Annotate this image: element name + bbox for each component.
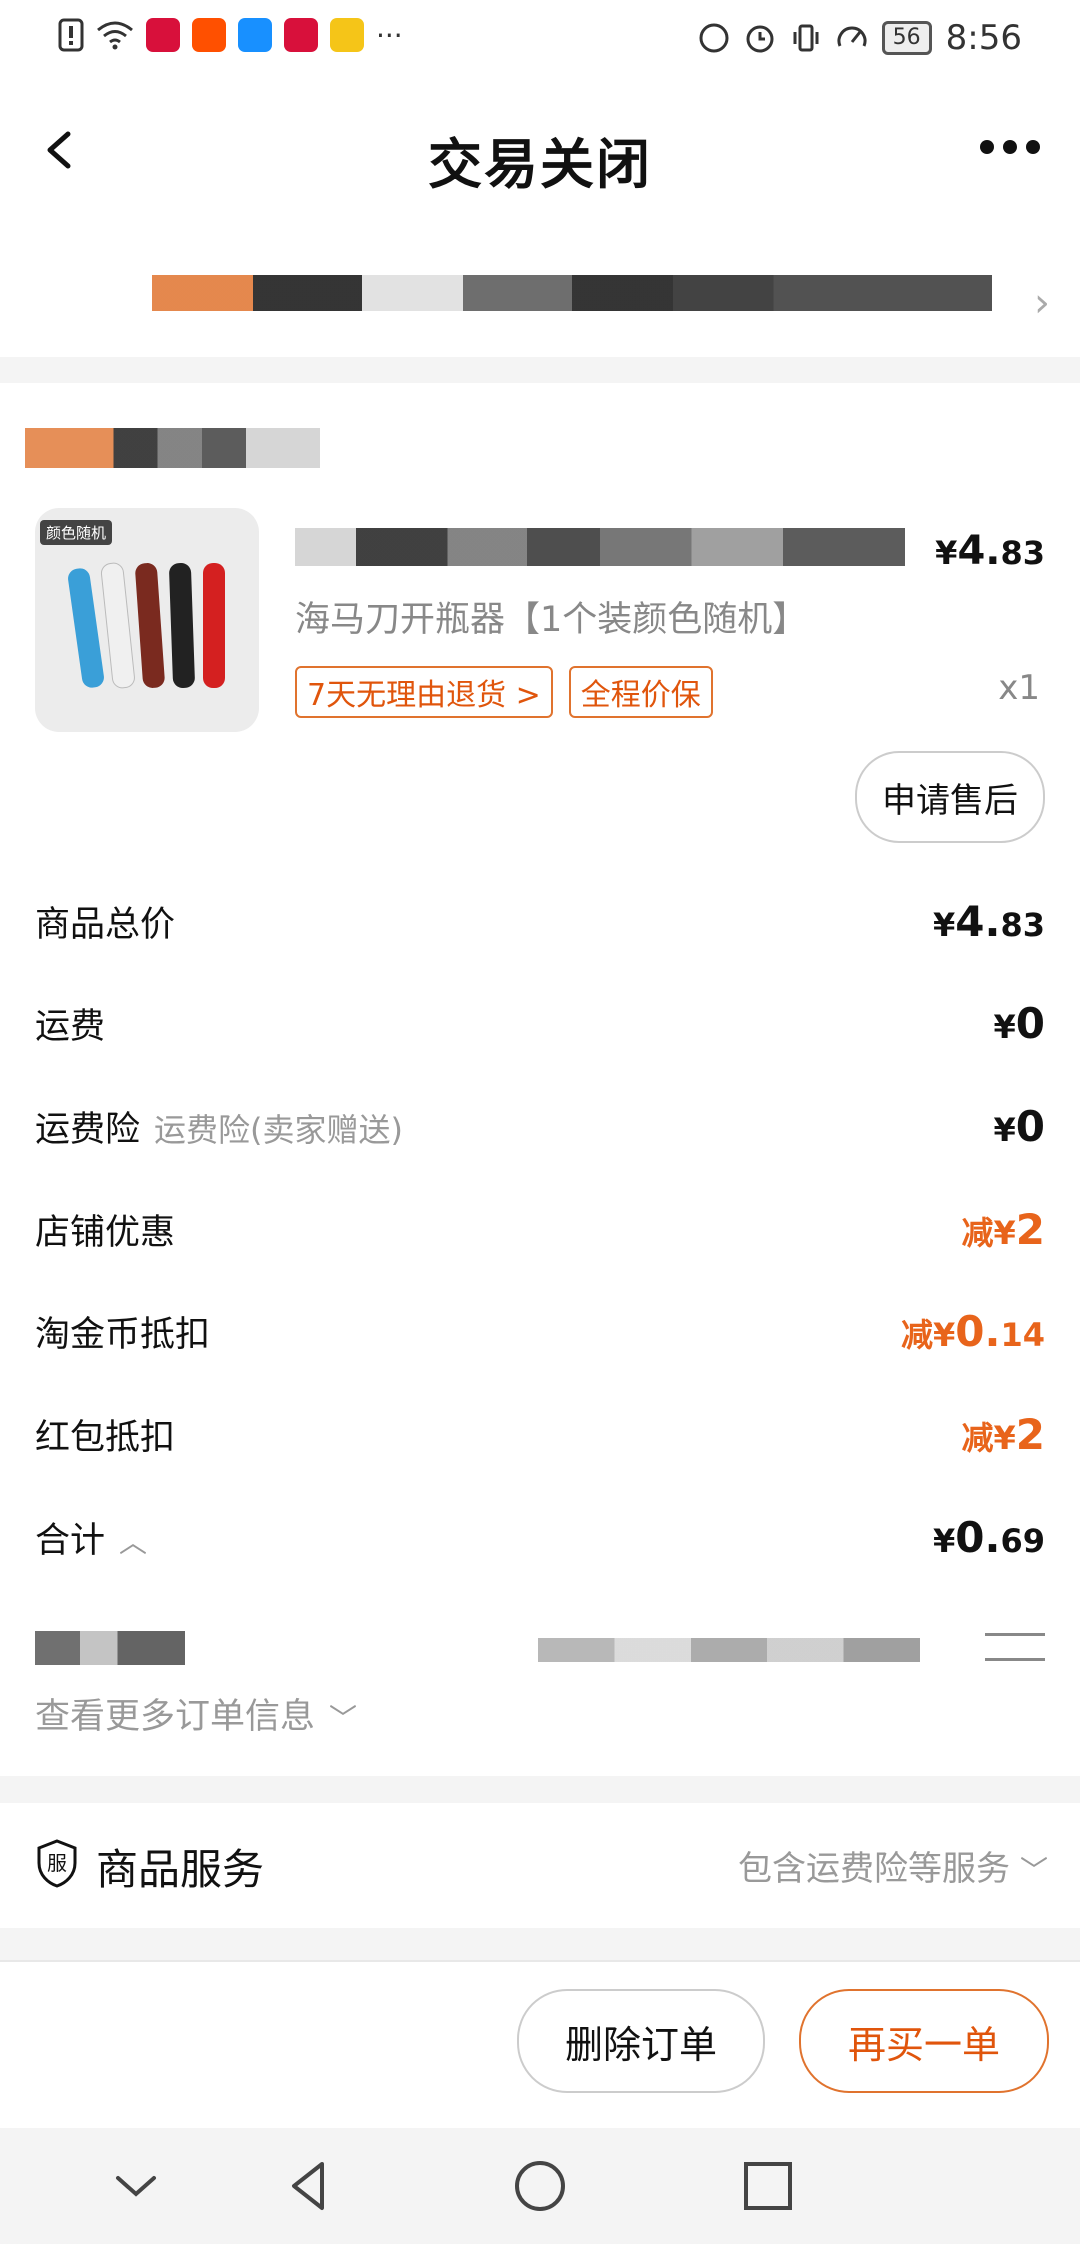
app-icon: [238, 18, 272, 52]
status-right: 56 8:56: [698, 18, 1022, 58]
order-card: 颜色随机 ¥4.83 海马刀开瓶器【1个装颜色随机】 7天无理由退货 > 全程价…: [0, 383, 1080, 1776]
vibrate-icon: [793, 24, 819, 52]
chevron-down-icon: ﹀: [1019, 1854, 1048, 1887]
clock: 8:56: [945, 18, 1022, 58]
product-image[interactable]: 颜色随机: [35, 508, 259, 732]
wallet-icon: [330, 18, 364, 52]
status-left: ···: [58, 18, 403, 52]
back-triangle-icon[interactable]: [282, 2158, 338, 2214]
chevron-down-icon[interactable]: [108, 2158, 164, 2214]
warning-icon: [58, 18, 84, 52]
product-service-row[interactable]: 服 商品服务 包含运费险等服务 ﹀: [0, 1803, 1080, 1928]
svg-text:服: 服: [47, 1851, 67, 1875]
redacted-order-number: [35, 1631, 185, 1665]
redacted-info: [152, 275, 992, 311]
bottom-action-bar: 删除订单 再买一单: [0, 1960, 1080, 2130]
product-tags: 7天无理由退货 > 全程价保: [295, 666, 713, 718]
summary-row-total[interactable]: 合计 ︿ ¥0.69: [35, 1507, 1045, 1567]
product-price: ¥4.83: [935, 528, 1045, 574]
chevron-right-icon: ›: [1034, 280, 1050, 326]
red-packet-amount: 减¥2: [961, 1409, 1045, 1459]
taobao-icon: [192, 18, 226, 52]
delete-order-button[interactable]: 删除订单: [517, 1989, 765, 2093]
recents-square-icon[interactable]: [740, 2158, 796, 2214]
tmall-icon: [284, 18, 318, 52]
shield-icon: 服: [37, 1839, 77, 1888]
summary-row-red-packet: 红包抵扣 减¥2: [35, 1409, 1045, 1459]
alarm-icon: [746, 25, 774, 53]
shop-discount-amount: 减¥2: [961, 1204, 1045, 1254]
speed-icon: [837, 26, 867, 47]
system-nav-bar: [0, 2128, 1080, 2244]
product-name[interactable]: 海马刀开瓶器【1个装颜色随机】: [295, 591, 807, 642]
image-tag: 颜色随机: [40, 520, 113, 545]
page-title: 交易关闭: [428, 133, 652, 196]
after-sales-button[interactable]: 申请售后: [855, 751, 1045, 843]
chevron-down-icon: ﹀: [329, 1702, 358, 1735]
buy-again-button[interactable]: 再买一单: [799, 1989, 1049, 2093]
service-label: 商品服务: [96, 1845, 265, 1894]
top-nav: 交易关闭: [0, 80, 1080, 235]
total-amount: ¥0.69: [933, 1512, 1045, 1562]
coin-deduction-amount: 减¥0.14: [901, 1306, 1045, 1356]
summary-row-subtotal: 商品总价 ¥4.83: [35, 896, 1045, 946]
more-options-icon[interactable]: [980, 140, 1040, 154]
summary-row-coin-deduction: 淘金币抵扣 减¥0.14: [35, 1306, 1045, 1356]
more-notifications: ···: [376, 18, 403, 52]
copy-icon[interactable]: [985, 1633, 1045, 1661]
service-detail: 包含运费险等服务 ﹀: [737, 1849, 1048, 1889]
quantity: x1: [998, 668, 1040, 708]
insurance-amount: ¥0: [993, 1101, 1046, 1151]
summary-row-shipping-insurance: 运费险 运费险(卖家赠送) ¥0: [35, 1101, 1046, 1151]
subtotal-amount: ¥4.83: [933, 896, 1045, 946]
redacted-product-title: [295, 528, 905, 566]
summary-row-shop-discount: 店铺优惠 减¥2: [35, 1204, 1045, 1254]
tmall-icon: [146, 18, 180, 52]
chevron-up-icon: ︿: [119, 1525, 148, 1559]
home-circle-icon[interactable]: [512, 2158, 568, 2214]
more-order-info-link[interactable]: 查看更多订单信息 ﹀: [35, 1688, 357, 1739]
price-protection-tag: 全程价保: [568, 666, 713, 718]
redacted-order-id: [538, 1638, 920, 1662]
return-policy-tag[interactable]: 7天无理由退货 >: [295, 666, 553, 718]
shipping-amount: ¥0: [993, 998, 1046, 1048]
logistics-info-row[interactable]: ›: [0, 235, 1080, 357]
status-bar: ··· 56 8:56: [0, 0, 1080, 80]
wifi-icon: [97, 21, 133, 50]
battery-indicator: 56: [881, 21, 932, 55]
redacted-shop-name: [25, 428, 320, 468]
data-saver-icon: [699, 23, 729, 53]
summary-row-shipping: 运费 ¥0: [35, 998, 1046, 1048]
